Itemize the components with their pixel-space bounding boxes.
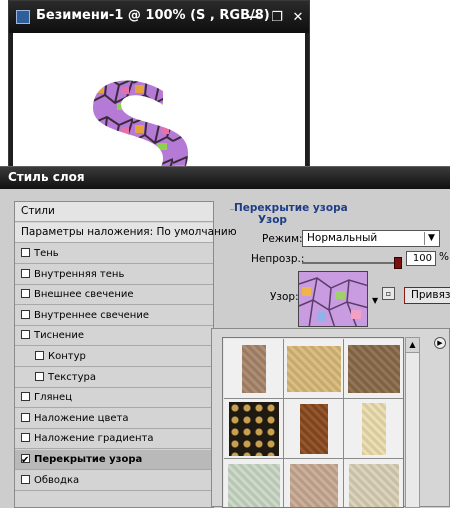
style-item-label: Тиснение bbox=[34, 330, 84, 342]
style-item-label: Внутренняя тень bbox=[34, 268, 125, 280]
stained-glass-pattern-preview bbox=[299, 272, 367, 326]
style-checkbox[interactable] bbox=[21, 451, 30, 470]
style-item-label: Обводка bbox=[34, 474, 80, 486]
pattern-dropdown-arrow-icon[interactable]: ▼ bbox=[372, 297, 380, 305]
document-titlebar[interactable]: Безимени-1 @ 100% (S , RGB/8) — ❐ ✕ bbox=[9, 1, 309, 33]
pattern-swatch-cream-damask[interactable] bbox=[344, 399, 403, 459]
document-title: Безимени-1 @ 100% (S , RGB/8) bbox=[36, 8, 270, 23]
pattern-swatch-beige-ornament[interactable] bbox=[284, 459, 344, 507]
dialog-titlebar[interactable]: Стиль слоя bbox=[0, 167, 450, 189]
style-item[interactable]: Внешнее свечение bbox=[15, 285, 213, 306]
style-item[interactable]: Тиснение bbox=[15, 326, 213, 347]
style-item[interactable]: Тень bbox=[15, 244, 213, 264]
pattern-swatch-dark-brown-damask[interactable] bbox=[344, 339, 403, 399]
document-window: Безимени-1 @ 100% (S , RGB/8) — ❐ ✕ bbox=[8, 0, 310, 170]
letter-s-artwork bbox=[91, 80, 188, 169]
opacity-slider[interactable] bbox=[302, 257, 402, 269]
pattern-texture bbox=[287, 346, 341, 392]
minimize-button[interactable]: — bbox=[245, 9, 263, 26]
picker-menu-icon[interactable]: ▶ bbox=[434, 337, 446, 349]
style-item-label: Перекрытие узора bbox=[34, 454, 143, 465]
style-checkbox[interactable] bbox=[21, 309, 30, 319]
style-item[interactable]: Перекрытие узора bbox=[15, 450, 213, 470]
style-item-label: Глянец bbox=[34, 392, 73, 404]
style-item[interactable]: Внутреннее свечение bbox=[15, 306, 213, 326]
pattern-texture bbox=[229, 402, 279, 456]
style-checkbox[interactable] bbox=[35, 371, 44, 381]
styles-list: Стили Параметры наложения: По умолчанию … bbox=[14, 201, 237, 508]
style-item-label: Контур bbox=[48, 351, 86, 362]
pattern-texture bbox=[349, 464, 399, 507]
mode-label: Режим: bbox=[262, 233, 303, 245]
pattern-texture bbox=[362, 403, 386, 455]
pattern-swatch-copper-texture[interactable] bbox=[284, 399, 344, 459]
style-checkbox[interactable] bbox=[21, 392, 30, 402]
blend-mode-value: Нормальный bbox=[307, 232, 378, 244]
opacity-input[interactable]: 100 bbox=[406, 251, 436, 266]
chevron-down-icon: ▼ bbox=[424, 232, 438, 245]
pattern-swatch[interactable] bbox=[298, 271, 368, 327]
opacity-slider-track bbox=[302, 262, 402, 264]
style-checkbox[interactable] bbox=[21, 289, 30, 299]
style-item-label: Внутреннее свечение bbox=[34, 309, 149, 321]
section-divider bbox=[230, 209, 234, 210]
snap-to-origin-button[interactable]: Привязать к исходной точке bbox=[404, 287, 450, 304]
pattern-texture bbox=[242, 345, 266, 393]
pattern-scrollbar[interactable]: ▲ bbox=[405, 337, 420, 508]
new-preset-icon[interactable]: ▫ bbox=[382, 287, 395, 300]
styles-header[interactable]: Стили bbox=[15, 202, 213, 222]
pattern-swatch-mint-damask[interactable] bbox=[224, 459, 284, 507]
style-item-label: Текстура bbox=[48, 371, 97, 383]
style-item[interactable]: Внутренняя тень bbox=[15, 265, 213, 285]
style-item-label: Внешнее свечение bbox=[34, 289, 134, 301]
close-button[interactable]: ✕ bbox=[289, 9, 307, 26]
style-item[interactable]: Наложение цвета bbox=[15, 409, 213, 429]
style-item-label: Тень bbox=[34, 248, 59, 259]
pattern-grid bbox=[222, 337, 404, 508]
style-checkbox[interactable] bbox=[21, 433, 30, 443]
opacity-label: Непрозр.: bbox=[251, 253, 305, 265]
pattern-texture bbox=[300, 404, 328, 454]
blend-mode-select[interactable]: Нормальный ▼ bbox=[302, 230, 440, 247]
style-item[interactable]: Наложение градиента bbox=[15, 429, 213, 450]
pattern-swatch-brown-linen[interactable] bbox=[224, 339, 284, 399]
pattern-texture bbox=[228, 464, 280, 507]
pattern-label: Узор: bbox=[270, 291, 299, 303]
blending-options[interactable]: Параметры наложения: По умолчанию bbox=[15, 223, 237, 243]
pattern-swatch-black-gold-ornament[interactable] bbox=[224, 399, 284, 459]
style-item[interactable]: Контур bbox=[15, 347, 213, 367]
style-item[interactable]: Текстура bbox=[15, 368, 213, 388]
style-item-label: Наложение градиента bbox=[34, 433, 154, 445]
scroll-up-arrow-icon[interactable]: ▲ bbox=[406, 338, 419, 353]
style-item[interactable]: Обводка bbox=[15, 471, 213, 491]
pattern-texture bbox=[290, 464, 338, 507]
style-item-label: Наложение цвета bbox=[34, 412, 129, 424]
style-checkbox[interactable] bbox=[35, 351, 44, 360]
dialog-title: Стиль слоя bbox=[8, 170, 85, 184]
pattern-swatch-gold-damask[interactable] bbox=[284, 339, 344, 399]
pattern-texture bbox=[348, 345, 400, 393]
pattern-picker: ▲ ▶ bbox=[211, 328, 450, 508]
style-checkbox[interactable] bbox=[21, 474, 30, 484]
document-canvas[interactable] bbox=[13, 33, 305, 169]
opacity-slider-thumb[interactable] bbox=[394, 257, 402, 269]
photoshop-document-icon bbox=[16, 10, 30, 24]
opacity-unit: % bbox=[439, 251, 449, 263]
subsection-title: Узор bbox=[258, 214, 287, 226]
style-checkbox[interactable] bbox=[21, 268, 30, 278]
style-item[interactable]: Глянец bbox=[15, 388, 213, 409]
section-title: Перекрытие узора bbox=[234, 202, 348, 214]
style-checkbox[interactable] bbox=[21, 412, 30, 422]
restore-button[interactable]: ❐ bbox=[268, 9, 286, 26]
style-checkbox[interactable] bbox=[21, 330, 30, 340]
pattern-swatch-ivory-damask[interactable] bbox=[344, 459, 403, 507]
style-checkbox[interactable] bbox=[21, 248, 30, 257]
